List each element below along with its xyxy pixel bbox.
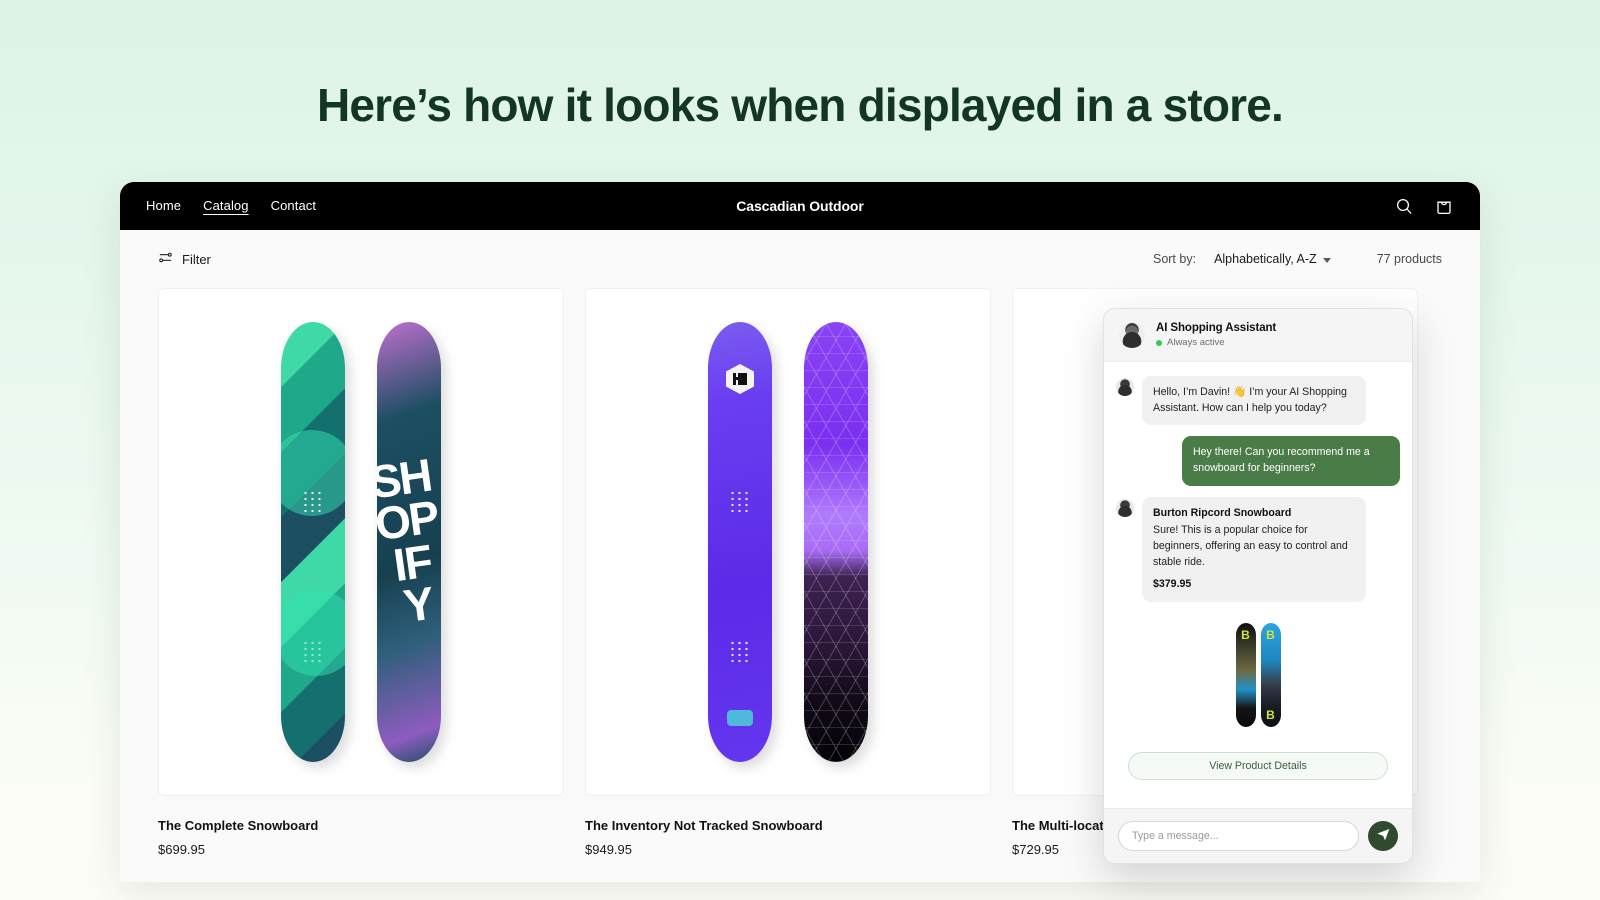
chat-message-recommendation: Burton Ripcord Snowboard Sure! This is a… [1116,496,1400,603]
sliders-icon [158,250,173,268]
product-image-complete-snowboard[interactable]: SH OP IF Y [158,288,564,796]
binding-dots [729,490,751,516]
sort-by-label: Sort by: [1152,252,1197,266]
binding-dots [302,490,324,516]
product-card[interactable]: SH OP IF Y The Complete Snowboard $699.95 [158,288,564,857]
snowboard-graphic [708,322,772,762]
product-title[interactable]: The Inventory Not Tracked Snowboard [585,818,991,833]
board-letter-top: B [1241,628,1250,643]
board-tail-logo [727,710,753,726]
recommended-product-description: Sure! This is a popular choice for begin… [1153,524,1348,568]
snowboard-graphic [281,322,345,762]
search-icon[interactable] [1394,196,1414,216]
avatar [1116,498,1134,517]
ai-chat-widget: AI Shopping Assistant Always active Hell… [1103,308,1413,864]
nav-link-catalog[interactable]: Catalog [203,199,249,214]
snowboard-graphic [804,322,868,762]
filter-button[interactable]: Filter [158,250,211,268]
sort-select[interactable]: Alphabetically, A-Z [1214,252,1331,266]
filter-label: Filter [182,251,211,267]
product-title[interactable]: The Complete Snowboard [158,818,564,833]
product-price: $949.95 [585,842,632,857]
shopping-bag-icon[interactable] [1434,196,1454,216]
status-dot-icon [1156,339,1162,346]
chat-title: AI Shopping Assistant [1156,322,1277,334]
board-letter-bottom: B [1266,708,1275,723]
recommended-product-price: $379.95 [1153,578,1192,591]
nav-link-contact[interactable]: Contact [271,199,317,214]
recommended-product-image[interactable]: B B B [1116,623,1400,728]
nav-actions [1394,196,1454,216]
chat-bubble-text: Hey there! Can you recommend me a snowbo… [1182,436,1400,486]
product-count: 77 products [1376,252,1442,266]
recommended-product-name: Burton Ripcord Snowboard [1153,506,1292,519]
chat-message-list[interactable]: Hello, I’m Davin! 👋 I’m your AI Shopping… [1104,362,1412,808]
chat-bubble-text: Hello, I’m Davin! 👋 I’m your AI Shopping… [1142,376,1366,426]
view-product-details-button[interactable]: View Product Details [1128,752,1388,781]
avatar [1119,322,1145,348]
page-headline: Here’s how it looks when displayed in a … [316,79,1284,131]
product-price: $699.95 [158,842,205,857]
toolbar-right-group: Sort by: Alphabetically, A-Z 77 products [1153,252,1442,266]
chat-message-input[interactable] [1118,821,1359,851]
nav-links: Home Catalog Contact [146,199,316,214]
chat-status-label: Always active [1167,337,1225,348]
recommendation-card: Burton Ripcord Snowboard Sure! This is a… [1142,496,1366,603]
store-brand-title: Cascadian Outdoor [736,198,864,214]
chat-message-bot: Hello, I’m Davin! 👋 I’m your AI Shopping… [1116,376,1400,426]
product-image-inventory-not-tracked-snowboard[interactable] [585,288,991,796]
product-card[interactable]: The Inventory Not Tracked Snowboard $949… [585,288,991,857]
avatar [1116,378,1134,396]
send-button[interactable] [1368,821,1398,851]
chat-status: Always active [1156,337,1276,348]
store-navbar: Home Catalog Contact Cascadian Outdoor [120,182,1480,230]
send-paper-plane-icon [1376,827,1391,845]
chat-header: AI Shopping Assistant Always active [1104,309,1412,362]
catalog-toolbar: Filter Sort by: Alphabetically, A-Z 77 p… [120,230,1480,288]
nav-link-home[interactable]: Home [146,199,181,214]
board-hex-logo [726,364,754,394]
binding-dots [729,640,751,666]
board-letter-top: B [1266,628,1275,643]
board-wordmark: SH OP IF Y [377,449,441,633]
chat-footer [1104,808,1412,863]
snowboard-graphic: SH OP IF Y [377,322,441,762]
snowboard-graphic: B [1235,623,1256,728]
binding-dots [302,640,324,666]
snowboard-graphic: B B [1260,623,1281,728]
chat-header-text: AI Shopping Assistant Always active [1156,322,1276,348]
chevron-down-icon [1322,257,1331,263]
chat-message-user: Hey there! Can you recommend me a snowbo… [1116,436,1400,486]
sort-selected-value: Alphabetically, A-Z [1214,252,1317,266]
